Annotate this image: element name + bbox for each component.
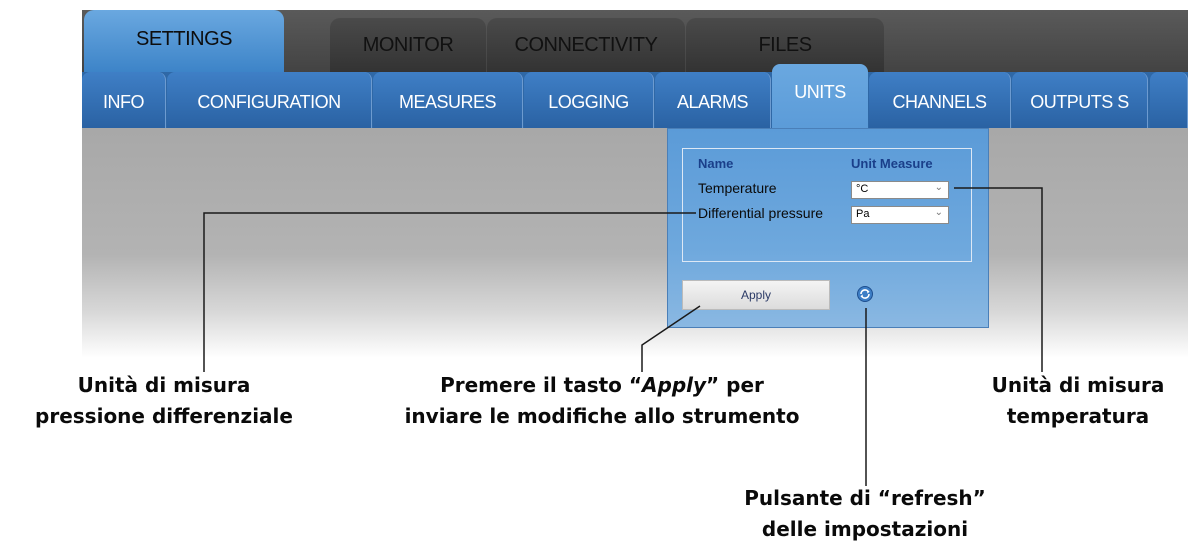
- callout-line-diff-pressure: [203, 212, 696, 372]
- annotation-text: ” per: [706, 373, 764, 397]
- callout-line-apply: [641, 305, 701, 372]
- annotation-line: inviare le modifiche allo strumento: [404, 404, 800, 428]
- callout-line-temperature: [954, 187, 1043, 372]
- annotation-diff-pressure: Unità di misura pressione differenziale: [0, 370, 328, 432]
- annotation-emphasis: Apply: [642, 373, 707, 397]
- app-window: MONITOR CONNECTIVITY FILES SETTINGS INFO…: [0, 0, 1188, 541]
- annotation-line: Unità di misura: [991, 373, 1165, 397]
- annotation-apply: Premere il tasto “Apply” per inviare le …: [362, 370, 842, 432]
- annotation-line: Premere il tasto “Apply” per: [362, 370, 842, 401]
- annotation-line: pressione differenziale: [35, 404, 293, 428]
- annotation-line: delle impostazioni: [761, 517, 969, 541]
- annotation-refresh: Pulsante di “refresh” delle impostazioni: [700, 483, 1030, 545]
- callout-lines: [203, 187, 1043, 486]
- annotation-text: Premere il tasto “: [440, 373, 643, 397]
- annotation-line: Pulsante di “refresh”: [744, 486, 986, 510]
- annotation-line: temperatura: [1006, 404, 1150, 428]
- annotation-line: Unità di misura: [77, 373, 251, 397]
- annotation-temperature: Unità di misura temperatura: [968, 370, 1188, 432]
